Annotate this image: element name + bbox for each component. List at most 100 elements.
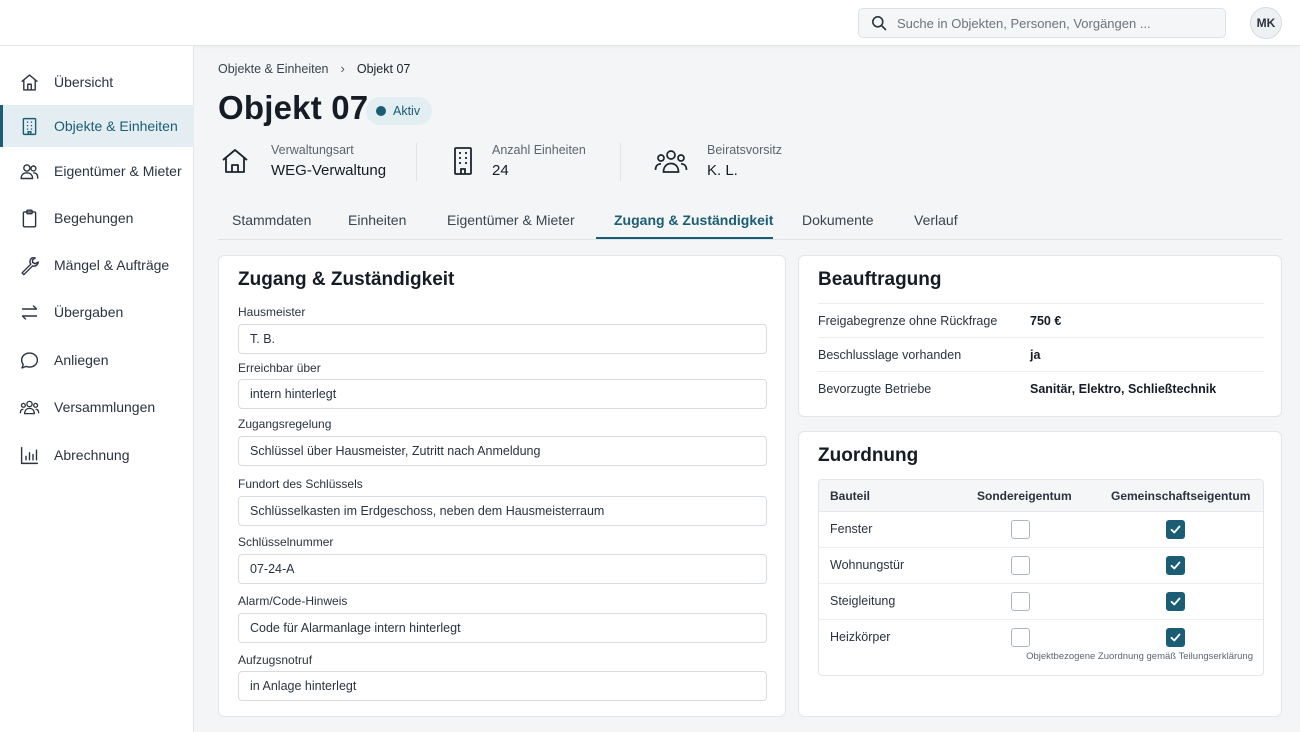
sidebar-item-uebersicht[interactable]: Übersicht bbox=[0, 61, 194, 103]
assignment-table: Bauteil Sondereigentum Gemeinschaftseige… bbox=[818, 479, 1264, 676]
fact-divider bbox=[620, 143, 621, 181]
clipboard-icon bbox=[22, 208, 37, 228]
sidebar-item-abrechnung[interactable]: Abrechnung bbox=[0, 434, 194, 476]
fact-value: 24 bbox=[492, 162, 509, 179]
status-badge-label: Aktiv bbox=[393, 104, 421, 118]
field-hausmeister[interactable] bbox=[238, 324, 767, 354]
status-dot-icon bbox=[376, 106, 386, 116]
search-icon bbox=[872, 16, 887, 31]
checkbox-gemeinschaftseigentum[interactable] bbox=[1166, 556, 1185, 575]
sidebar-item-eigentuemer-mieter[interactable]: Eigentümer & Mieter bbox=[0, 150, 194, 192]
card-title: Beauftragung bbox=[818, 269, 942, 290]
field-fundort[interactable] bbox=[238, 496, 767, 526]
checkbox-sondereigentum[interactable] bbox=[1011, 628, 1030, 647]
sidebar-item-objekte-einheiten[interactable]: Objekte & Einheiten bbox=[0, 105, 194, 147]
tab-stammdaten[interactable]: Stammdaten bbox=[232, 212, 311, 228]
card-title: Zuordnung bbox=[818, 445, 919, 466]
user-avatar[interactable]: MK bbox=[1250, 7, 1282, 39]
mandate-row-label: Freigabegrenze ohne Rückfrage bbox=[818, 314, 998, 328]
field-schluesselnummer[interactable] bbox=[238, 554, 767, 584]
search-input[interactable] bbox=[897, 15, 1197, 31]
mandate-row-value: 750 € bbox=[1030, 314, 1062, 328]
fact-value: K. L. bbox=[707, 162, 738, 179]
home-icon bbox=[21, 73, 38, 91]
sidebar-item-anliegen[interactable]: Anliegen bbox=[0, 339, 194, 381]
chevron-right-icon: › bbox=[340, 61, 345, 76]
field-erreichbar[interactable] bbox=[238, 379, 767, 409]
swap-icon bbox=[21, 304, 38, 320]
field-label-alarm: Alarm/Code-Hinweis bbox=[238, 594, 348, 608]
house-icon bbox=[222, 149, 248, 173]
checkbox-sondereigentum[interactable] bbox=[1011, 556, 1030, 575]
sidebar-item-label: Anliegen bbox=[54, 352, 109, 368]
tab-verlauf[interactable]: Verlauf bbox=[914, 212, 958, 228]
fact-divider bbox=[416, 143, 417, 181]
field-label-schluesselnummer: Schlüsselnummer bbox=[238, 535, 334, 549]
table-footnote: Objektbezogene Zuordnung gemäß Teilungse… bbox=[1026, 651, 1253, 662]
breadcrumb-current: Objekt 07 bbox=[356, 61, 411, 76]
column-header: Gemeinschaftseigentum bbox=[1111, 489, 1251, 503]
check-icon bbox=[1170, 561, 1181, 570]
fact-label: Verwaltungsart bbox=[271, 143, 354, 157]
fact-beiratsvorsitz: Beiratsvorsitz K. L. bbox=[654, 140, 854, 184]
tab-eigentuemer-mieter[interactable]: Eigentümer & Mieter bbox=[447, 212, 575, 228]
access-card: Zugang & Zuständigkeit Hausmeister Errei… bbox=[218, 255, 786, 717]
tab-zugang-zustaendigkeit[interactable]: Zugang & Zuständigkeit bbox=[614, 212, 773, 228]
tab-dokumente[interactable]: Dokumente bbox=[802, 212, 874, 228]
field-label-erreichbar: Erreichbar über bbox=[238, 361, 321, 375]
fact-anzahl-einheiten: Anzahl Einheiten 24 bbox=[448, 140, 608, 184]
field-zugangsregelung[interactable] bbox=[238, 436, 767, 466]
mandate-row-value: Sanitär, Elektro, Schließtechnik bbox=[1030, 382, 1217, 396]
sidebar-item-versammlungen[interactable]: Versammlungen bbox=[0, 386, 194, 428]
checkbox-gemeinschaftseigentum[interactable] bbox=[1166, 520, 1185, 539]
checkbox-sondereigentum[interactable] bbox=[1011, 520, 1030, 539]
building-icon bbox=[454, 147, 472, 175]
breadcrumb-link-objekte[interactable]: Objekte & Einheiten bbox=[218, 62, 329, 76]
mandate-row-label: Bevorzugte Betriebe bbox=[818, 382, 932, 396]
checkbox-sondereigentum[interactable] bbox=[1011, 592, 1030, 611]
sidebar-item-label: Eigentümer & Mieter bbox=[54, 163, 182, 179]
check-icon bbox=[1170, 525, 1181, 534]
tab-einheiten[interactable]: Einheiten bbox=[348, 212, 406, 228]
chat-icon bbox=[20, 351, 39, 369]
field-label-hausmeister: Hausmeister bbox=[238, 305, 306, 319]
column-header: Sondereigentum bbox=[977, 489, 1072, 503]
row-label: Heizkörper bbox=[830, 630, 891, 644]
checkbox-gemeinschaftseigentum[interactable] bbox=[1166, 628, 1185, 647]
check-icon bbox=[1170, 597, 1181, 606]
sidebar-item-label: Mängel & Aufträge bbox=[54, 257, 170, 273]
building-icon bbox=[22, 117, 37, 135]
check-icon bbox=[1170, 633, 1181, 642]
mandate-row-label: Beschlusslage vorhanden bbox=[818, 348, 962, 362]
row-label: Fenster bbox=[830, 522, 873, 536]
sidebar-item-begehungen[interactable]: Begehungen bbox=[0, 197, 194, 239]
sidebar-item-label: Übersicht bbox=[54, 74, 114, 90]
bar-chart-icon bbox=[20, 446, 39, 464]
sidebar-item-label: Versammlungen bbox=[54, 399, 156, 415]
search-box[interactable] bbox=[858, 8, 1226, 38]
tab-bar: Stammdaten Einheiten Eigentümer & Mieter… bbox=[218, 200, 1282, 240]
row-label: Wohnungstür bbox=[830, 558, 905, 572]
sidebar-item-label: Abrechnung bbox=[54, 447, 130, 463]
row-label: Steigleitung bbox=[830, 594, 896, 608]
field-alarm[interactable] bbox=[238, 613, 767, 643]
sidebar-item-maengel-auftraege[interactable]: Mängel & Aufträge bbox=[0, 244, 194, 286]
status-badge: Aktiv bbox=[366, 97, 432, 125]
group-icon bbox=[19, 400, 40, 414]
sidebar-item-label: Übergaben bbox=[54, 304, 124, 320]
table-header: Bauteil Sondereigentum Gemeinschaftseige… bbox=[819, 480, 1263, 512]
mandate-row: Freigabegrenze ohne Rückfrage 750 € bbox=[818, 303, 1264, 337]
table-row: Wohnungstür bbox=[819, 548, 1263, 584]
sidebar-item-uebergaben[interactable]: Übergaben bbox=[0, 291, 194, 333]
users-icon bbox=[20, 163, 39, 179]
column-header: Bauteil bbox=[830, 489, 871, 503]
breadcrumb: Objekte & Einheiten › Objekt 07 bbox=[218, 61, 410, 76]
checkbox-gemeinschaftseigentum[interactable] bbox=[1166, 592, 1185, 611]
card-title: Zugang & Zuständigkeit bbox=[238, 269, 455, 290]
fact-label: Beiratsvorsitz bbox=[707, 143, 783, 157]
mandate-row: Beschlusslage vorhanden ja bbox=[818, 337, 1264, 371]
sidebar-item-label: Begehungen bbox=[54, 210, 134, 226]
fact-value: WEG-Verwaltung bbox=[271, 162, 387, 179]
field-aufzugsnotruf[interactable] bbox=[238, 671, 767, 701]
sidebar: Übersicht Objekte & Einheiten Eigentümer… bbox=[0, 46, 194, 732]
